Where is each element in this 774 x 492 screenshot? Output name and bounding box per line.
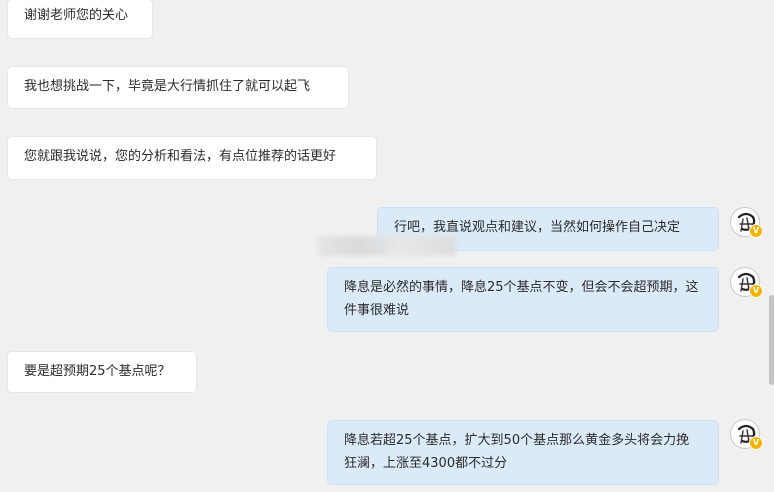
message-sent-3[interactable]: 降息若超25个基点，扩大到50个基点那么黄金多头将会力挽狂澜，上涨至4300都不… (328, 421, 718, 484)
message-sent-2[interactable]: 降息是必然的事情，降息25个基点不变，但会不会超预期，这件事很难说 (328, 268, 718, 331)
avatar[interactable]: V (730, 267, 763, 298)
message-text: 您就跟我说说，您的分析和看法，有点位推荐的话更好 (24, 149, 337, 164)
message-text: 我也想挑战一下，毕竟是大行情抓住了就可以起飞 (24, 79, 311, 94)
message-text: 谢谢老师您的关心 (24, 8, 129, 23)
message-received-1[interactable]: 谢谢老师您的关心 (8, 0, 152, 38)
avatar[interactable]: V (730, 419, 763, 450)
blurred-overlay (318, 236, 456, 256)
avatar[interactable]: V (730, 207, 763, 238)
verified-badge: V (749, 436, 763, 450)
message-text: 降息是必然的事情，降息25个基点不变，但会不会超预期，这件事很难说 (344, 280, 699, 318)
message-text: 降息若超25个基点，扩大到50个基点那么黄金多头将会力挽狂澜，上涨至4300都不… (344, 433, 690, 471)
chat-window: 谢谢老师您的关心 我也想挑战一下，毕竟是大行情抓住了就可以起飞 您就跟我说说，您… (0, 0, 774, 492)
verified-badge: V (749, 284, 763, 298)
message-text: 要是超预期25个基点呢？ (24, 364, 171, 379)
scrollbar[interactable] (769, 295, 774, 385)
message-received-4[interactable]: 要是超预期25个基点呢？ (8, 352, 196, 392)
message-received-3[interactable]: 您就跟我说说，您的分析和看法，有点位推荐的话更好 (8, 137, 376, 179)
message-text: 行吧，我直说观点和建议，当然如何操作自己决定 (394, 220, 681, 235)
verified-badge: V (749, 224, 763, 238)
message-received-2[interactable]: 我也想挑战一下，毕竟是大行情抓住了就可以起飞 (8, 67, 348, 108)
